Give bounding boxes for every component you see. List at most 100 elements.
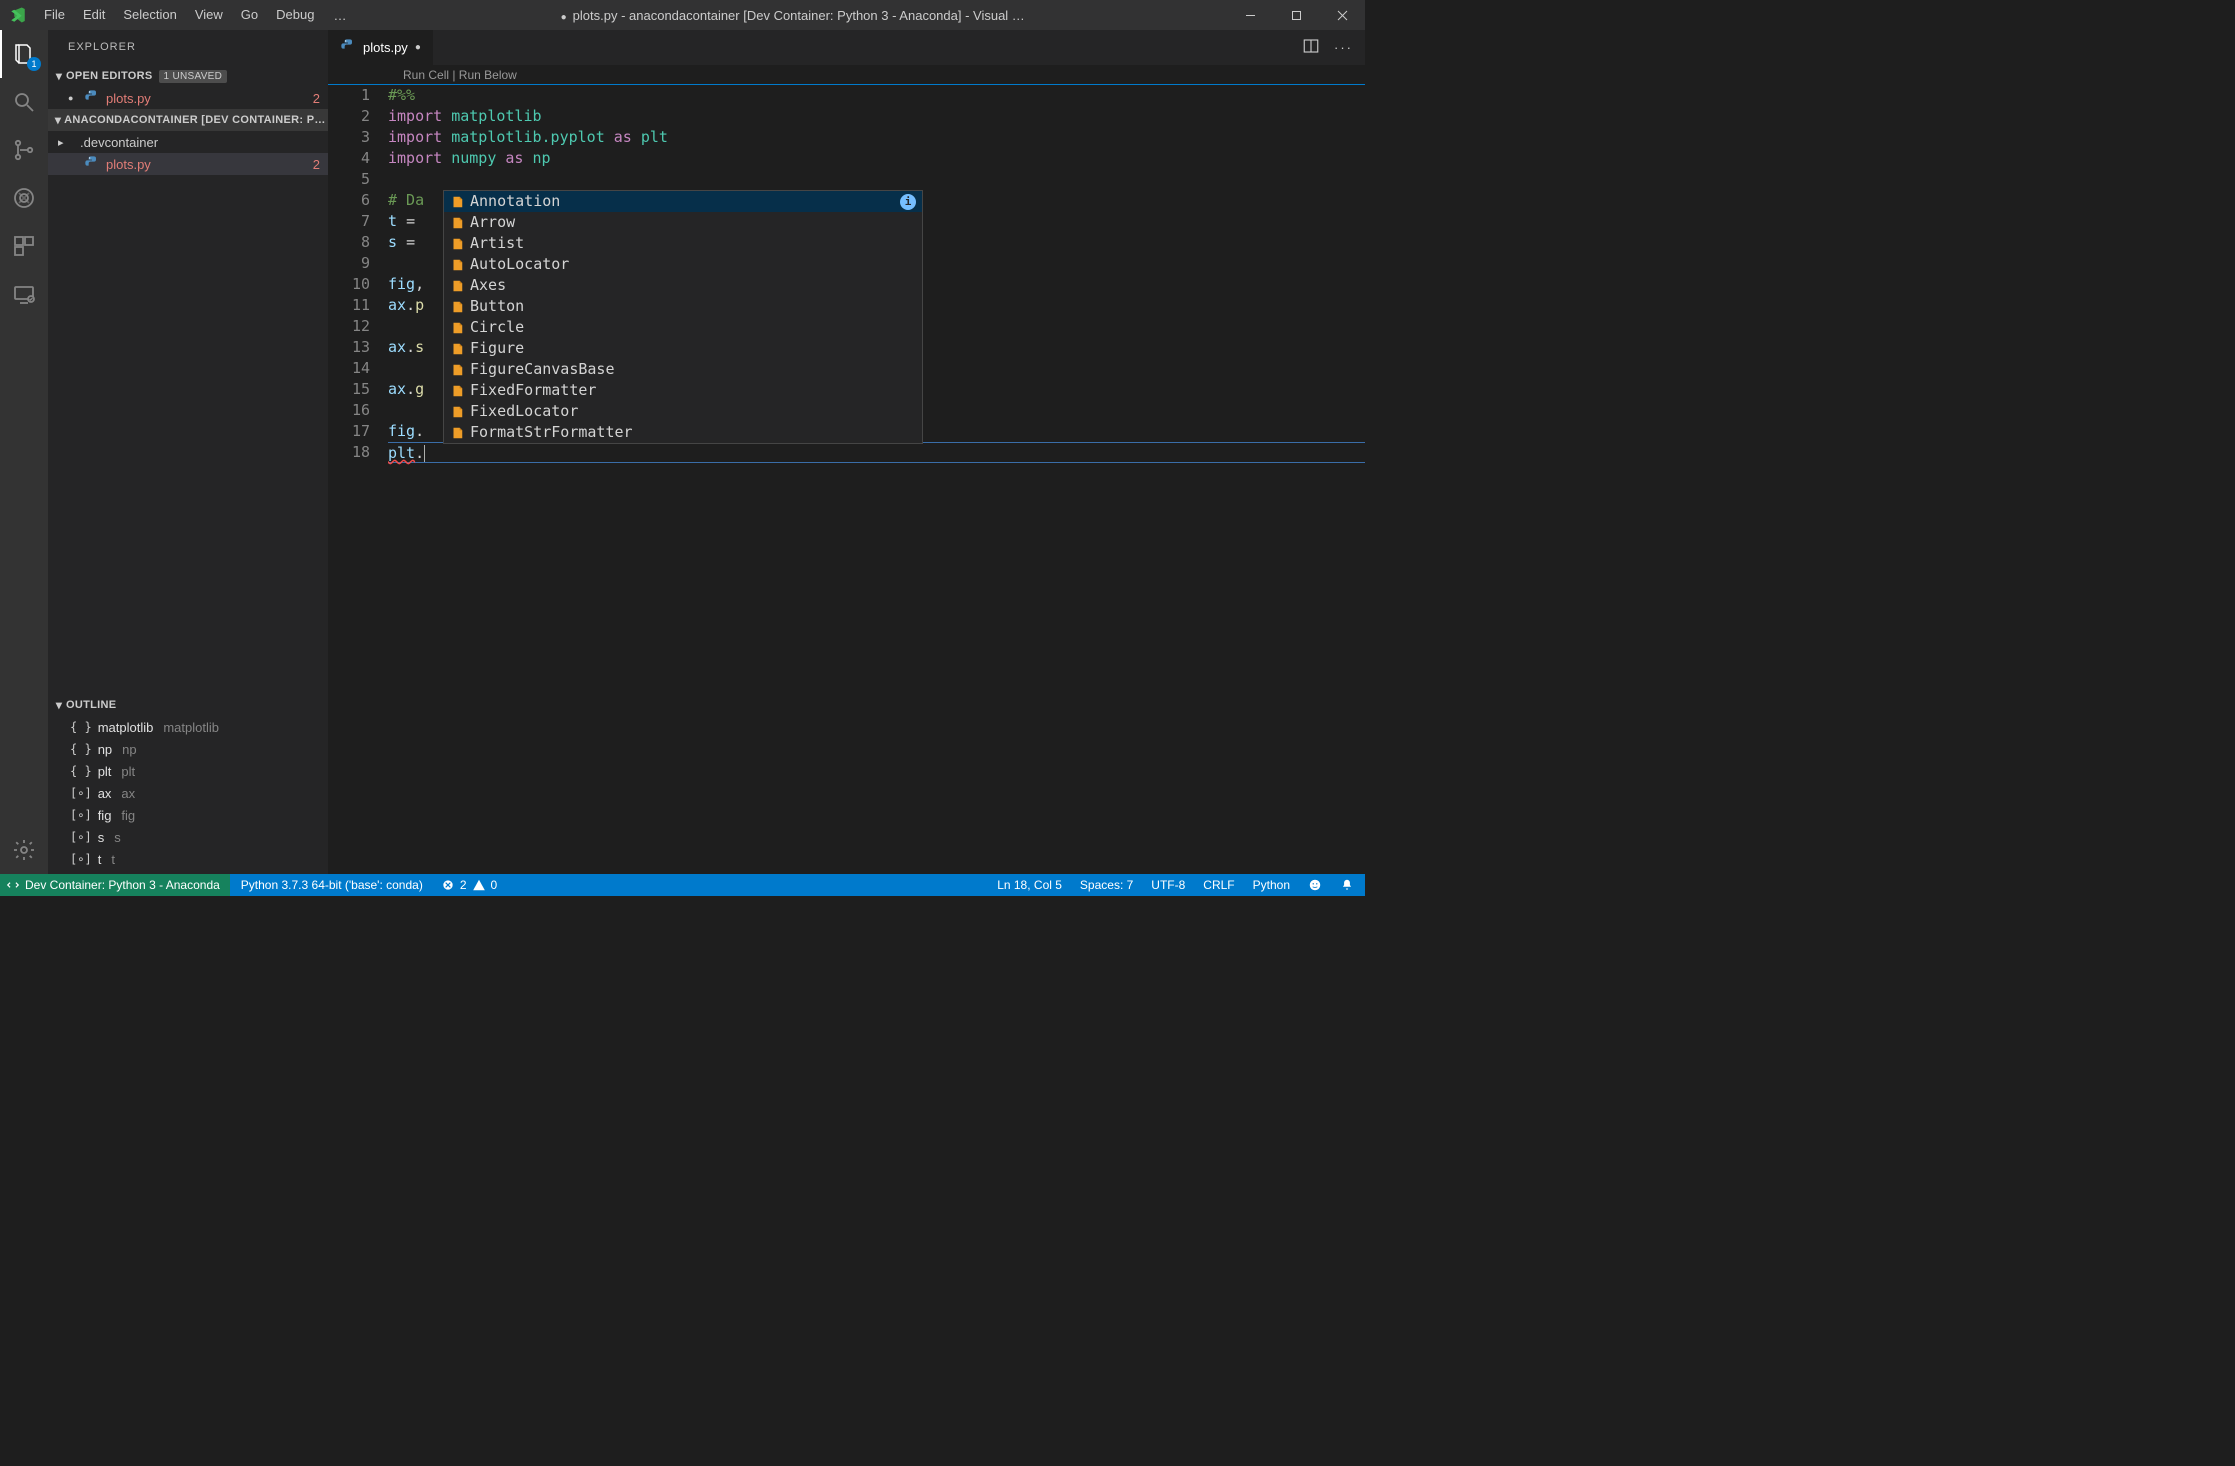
status-remote[interactable]: Dev Container: Python 3 - Anaconda [0, 874, 230, 896]
suggest-label: FixedFormatter [470, 380, 596, 401]
suggest-kind-icon [450, 300, 464, 314]
outline-item[interactable]: [∘] fig fig [48, 804, 328, 826]
symbol-kind-icon: { } [70, 742, 92, 756]
line-number: 11 [328, 295, 370, 316]
editor-body[interactable]: 123456789101112131415161718 Annotationi … [328, 85, 1365, 874]
outline-label: OUTLINE [66, 699, 116, 711]
outline-item[interactable]: { } np np [48, 738, 328, 760]
status-eol[interactable]: CRLF [1196, 874, 1241, 896]
suggest-label: FigureCanvasBase [470, 359, 615, 380]
suggest-label: Annotation [470, 191, 560, 212]
python-file-icon [84, 89, 100, 108]
menu-edit[interactable]: Edit [74, 0, 114, 30]
activity-settings[interactable] [0, 826, 48, 874]
open-editors-header[interactable]: ▾ OPEN EDITORS 1 UNSAVED [48, 65, 328, 87]
suggest-item[interactable]: FormatStrFormatter [444, 422, 922, 443]
suggest-kind-icon [450, 384, 464, 398]
suggest-item[interactable]: Circle [444, 317, 922, 338]
status-bar: Dev Container: Python 3 - Anaconda Pytho… [0, 874, 1365, 896]
symbol-detail: fig [121, 808, 135, 823]
outline-item[interactable]: { } matplotlib matplotlib [48, 716, 328, 738]
code-lens[interactable]: Run Cell | Run Below [328, 65, 1365, 85]
status-feedback-icon[interactable] [1301, 874, 1329, 896]
code-line[interactable]: import numpy as np [388, 148, 1365, 169]
menu-go[interactable]: Go [232, 0, 267, 30]
chevron-down-icon: ▾ [52, 699, 66, 711]
suggest-kind-icon [450, 405, 464, 419]
suggest-item[interactable]: Axes [444, 275, 922, 296]
code-line[interactable]: plt. [388, 442, 1365, 463]
suggest-item[interactable]: Artist [444, 233, 922, 254]
maximize-button[interactable] [1273, 0, 1319, 30]
symbol-name: t [98, 852, 102, 867]
line-number: 5 [328, 169, 370, 190]
activity-debug[interactable] [0, 174, 48, 222]
workspace-label: ANACONDACONTAINER [DEV CONTAINER: PYTHON… [64, 114, 328, 126]
menu-debug[interactable]: Debug [267, 0, 323, 30]
outline-item[interactable]: { } plt plt [48, 760, 328, 782]
suggest-item[interactable]: Button [444, 296, 922, 317]
chevron-down-icon: ▾ [52, 70, 66, 82]
menu-file[interactable]: File [35, 0, 74, 30]
outline-header[interactable]: ▾ OUTLINE [48, 694, 328, 716]
line-number: 15 [328, 379, 370, 400]
menu-view[interactable]: View [186, 0, 232, 30]
symbol-detail: matplotlib [163, 720, 219, 735]
suggest-kind-icon [450, 237, 464, 251]
code-line[interactable]: import matplotlib.pyplot as plt [388, 127, 1365, 148]
symbol-name: matplotlib [98, 720, 154, 735]
symbol-detail: t [111, 852, 115, 867]
code-line[interactable]: import matplotlib [388, 106, 1365, 127]
folder-item[interactable]: ▸.devcontainer [48, 131, 328, 153]
suggest-label: FixedLocator [470, 401, 578, 422]
status-bell-icon[interactable] [1333, 874, 1361, 896]
suggest-kind-icon [450, 321, 464, 335]
more-actions-icon[interactable]: ··· [1334, 40, 1353, 55]
status-spaces[interactable]: Spaces: 7 [1073, 874, 1140, 896]
workspace-header[interactable]: ▾ ANACONDACONTAINER [DEV CONTAINER: PYTH… [48, 109, 328, 131]
tab-plots-py[interactable]: plots.py ● [328, 30, 434, 65]
suggest-item[interactable]: FixedLocator [444, 401, 922, 422]
suggest-item[interactable]: Figure [444, 338, 922, 359]
info-icon[interactable]: i [900, 194, 916, 210]
activity-extensions[interactable] [0, 222, 48, 270]
status-errors: 2 [460, 878, 467, 892]
open-editor-item[interactable]: ● plots.py 2 [48, 87, 328, 109]
line-number: 2 [328, 106, 370, 127]
intellisense-suggest[interactable]: Annotation i Arrow Artist AutoLocator Axe… [443, 190, 923, 444]
status-interpreter[interactable]: Python 3.7.3 64-bit ('base': conda) [234, 874, 430, 896]
activity-search[interactable] [0, 78, 48, 126]
code-line[interactable]: #%% [388, 85, 1365, 106]
chevron-right-icon: ▸ [58, 136, 68, 149]
editor-area: plots.py ● ··· Run Cell | Run Below 1234… [328, 30, 1365, 874]
suggest-item[interactable]: Arrow [444, 212, 922, 233]
suggest-item[interactable]: FixedFormatter [444, 380, 922, 401]
symbol-detail: ax [121, 786, 135, 801]
menu-selection[interactable]: Selection [114, 0, 185, 30]
status-position[interactable]: Ln 18, Col 5 [990, 874, 1069, 896]
activity-remote[interactable] [0, 270, 48, 318]
outline-item[interactable]: [∘] s s [48, 826, 328, 848]
suggest-item[interactable]: FigureCanvasBase [444, 359, 922, 380]
menu-overflow-icon[interactable]: … [323, 8, 358, 23]
status-encoding[interactable]: UTF-8 [1144, 874, 1192, 896]
outline-item[interactable]: [∘] t t [48, 848, 328, 870]
minimize-button[interactable] [1227, 0, 1273, 30]
split-editor-icon[interactable] [1302, 37, 1320, 58]
status-language[interactable]: Python [1246, 874, 1297, 896]
symbol-name: s [98, 830, 105, 845]
file-item[interactable]: plots.py2 [48, 153, 328, 175]
activity-explorer[interactable]: 1 [0, 30, 48, 78]
suggest-item[interactable]: Annotation i [444, 191, 922, 212]
line-number: 17 [328, 421, 370, 442]
code-content[interactable]: Annotation i Arrow Artist AutoLocator Axe… [388, 85, 1365, 874]
tab-label: plots.py [363, 40, 408, 55]
line-number: 14 [328, 358, 370, 379]
suggest-label: FormatStrFormatter [470, 422, 633, 443]
status-problems[interactable]: 2 0 [434, 874, 504, 896]
suggest-item[interactable]: AutoLocator [444, 254, 922, 275]
code-line[interactable] [388, 169, 1365, 190]
activity-source-control[interactable] [0, 126, 48, 174]
outline-item[interactable]: [∘] ax ax [48, 782, 328, 804]
close-button[interactable] [1319, 0, 1365, 30]
